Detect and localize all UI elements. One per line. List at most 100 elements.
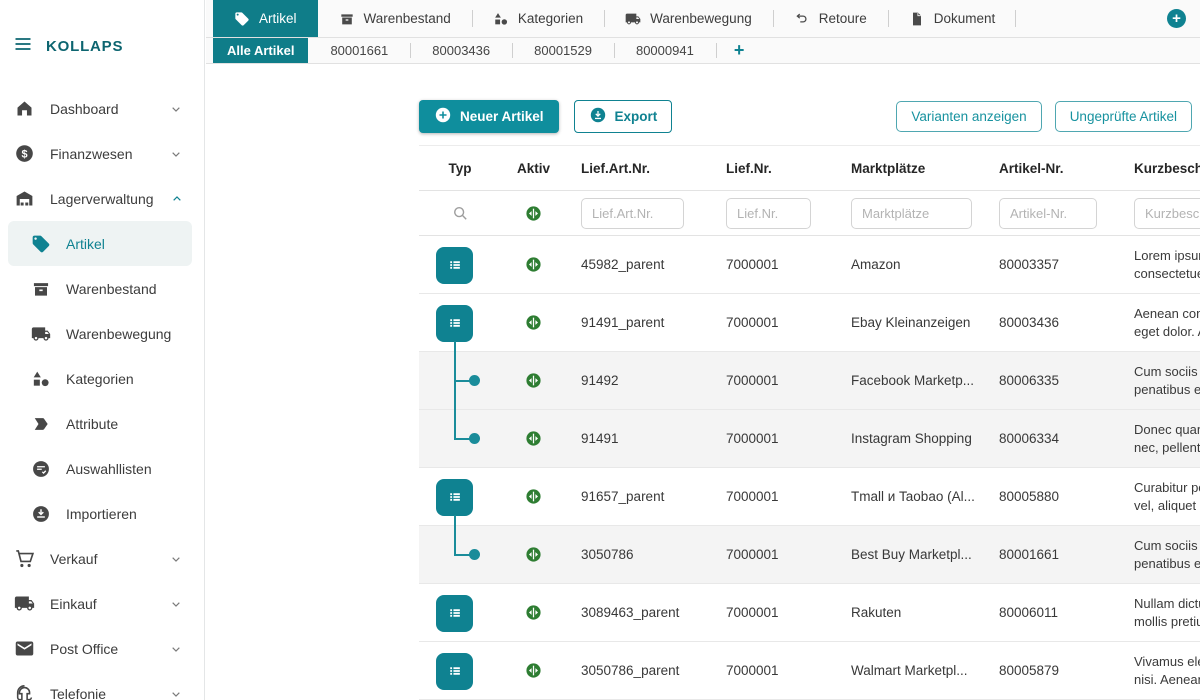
- lief-art-nr-cell: 91657_parent: [566, 489, 711, 504]
- variant-list-button[interactable]: [436, 653, 473, 690]
- filter-input-artikel-nr[interactable]: [999, 198, 1097, 229]
- artikel-nr-cell: 80003357: [984, 257, 1119, 272]
- flip-icon: [525, 372, 542, 389]
- list-icon: [444, 486, 466, 508]
- tab-retoure[interactable]: Retoure: [773, 0, 888, 37]
- chevron-down-icon: [168, 551, 184, 567]
- filter-aktiv-toggle[interactable]: [501, 205, 566, 222]
- kurzbeschreibung-cell: Cum sociis natoque penatibus et magnis d…: [1134, 363, 1200, 398]
- filter-input-kurzbeschreibung[interactable]: [1134, 198, 1200, 229]
- subtab-80001529[interactable]: 80001529: [512, 38, 614, 63]
- subtab-80001661[interactable]: 80001661: [308, 38, 410, 63]
- chevron-up-icon: [169, 191, 185, 207]
- aktiv-status-icon[interactable]: [501, 372, 566, 389]
- aktiv-status-icon[interactable]: [501, 314, 566, 331]
- sidebar: KOLLAPS Dashboard$FinanzwesenLagerverwal…: [0, 0, 205, 700]
- subtab-alle-artikel[interactable]: Alle Artikel: [213, 38, 308, 63]
- column-header-lief-art-nr[interactable]: Lief.Art.Nr.: [566, 161, 711, 176]
- box-icon: [31, 279, 51, 299]
- filter-input-lief-nr[interactable]: [726, 198, 811, 229]
- show-variants-button[interactable]: Varianten anzeigen: [896, 101, 1041, 132]
- column-header-kurzbeschreibung[interactable]: Kurzbeschreibung: [1119, 161, 1200, 176]
- sidebar-item-verkauf[interactable]: Verkauf: [8, 536, 192, 581]
- tab-warenbewegung[interactable]: Warenbewegung: [604, 0, 773, 37]
- lief-nr-cell: 7000001: [711, 431, 836, 446]
- table-row: 45982_parent7000001Amazon80003357Lorem i…: [419, 236, 1200, 294]
- flip-icon: [525, 546, 542, 563]
- column-header-typ[interactable]: Typ: [419, 161, 501, 176]
- sidebar-item-kategorien[interactable]: Kategorien: [8, 356, 192, 401]
- aktiv-status-icon[interactable]: [501, 604, 566, 621]
- variant-list-button[interactable]: [436, 595, 473, 632]
- table-filter-row: [419, 191, 1200, 236]
- list-icon: [444, 312, 466, 334]
- sidebar-item-auswahllisten[interactable]: Auswahllisten: [8, 446, 192, 491]
- sidebar-item-label: Post Office: [50, 641, 118, 657]
- toolbar-right: Varianten anzeigen Ungeprüfte Artikel: [896, 101, 1192, 132]
- variant-list-button[interactable]: [436, 247, 473, 284]
- chevron-down-icon: [168, 596, 184, 612]
- shapes-icon: [493, 11, 509, 27]
- tab-label: Warenbewegung: [650, 11, 752, 26]
- marktplaetze-cell: Amazon: [836, 257, 984, 272]
- add-subtab-button[interactable]: +: [716, 38, 763, 63]
- sidebar-item-finanzwesen[interactable]: $Finanzwesen: [8, 131, 192, 176]
- tree-connector: [454, 526, 456, 555]
- column-header-marktpl-tze[interactable]: Marktplätze: [836, 161, 984, 176]
- menu-icon[interactable]: [13, 34, 33, 58]
- sidebar-item-einkauf[interactable]: Einkauf: [8, 581, 192, 626]
- aktiv-status-icon[interactable]: [501, 256, 566, 273]
- unchecked-articles-button[interactable]: Ungeprüfte Artikel: [1055, 101, 1192, 132]
- column-header-artikel-nr[interactable]: Artikel-Nr.: [984, 161, 1119, 176]
- sub-tabs: Alle Artikel8000166180003436800015298000…: [213, 38, 716, 63]
- filter-typ[interactable]: [419, 204, 501, 223]
- sidebar-item-importieren[interactable]: Importieren: [8, 491, 192, 536]
- brand: KOLLAPS: [0, 0, 204, 58]
- marktplaetze-cell: Rakuten: [836, 605, 984, 620]
- aktiv-status-icon[interactable]: [501, 546, 566, 563]
- sub-tabbar: Alle Artikel8000166180003436800015298000…: [206, 38, 1200, 64]
- sidebar-item-attribute[interactable]: Attribute: [8, 401, 192, 446]
- marktplaetze-cell: Best Buy Marketpl...: [836, 547, 984, 562]
- add-tab-button[interactable]: +: [1167, 9, 1186, 28]
- filter-input-lief-art-nr[interactable]: [581, 198, 684, 229]
- main-area: ArtikelWarenbestandKategorien Warenbewegu…: [206, 0, 1200, 700]
- sidebar-item-telefonie[interactable]: Telefonie: [8, 671, 192, 700]
- chevron-down-icon: [168, 641, 184, 657]
- lief-art-nr-cell: 45982_parent: [566, 257, 711, 272]
- subtab-80000941[interactable]: 80000941: [614, 38, 716, 63]
- tab-dokument[interactable]: Dokument: [888, 0, 1017, 37]
- lief-nr-cell: 7000001: [711, 605, 836, 620]
- variant-list-button[interactable]: [436, 479, 473, 516]
- dollar-icon: $: [14, 143, 35, 164]
- aktiv-status-icon[interactable]: [501, 488, 566, 505]
- variant-list-button[interactable]: [436, 305, 473, 342]
- table-header-row: TypAktivLief.Art.Nr.Lief.Nr.MarktplätzeA…: [419, 145, 1200, 191]
- tab-artikel[interactable]: Artikel: [213, 0, 318, 37]
- tab-warenbestand[interactable]: Warenbestand: [318, 0, 472, 37]
- tab-kategorien[interactable]: Kategorien: [472, 0, 604, 37]
- aktiv-status-icon[interactable]: [501, 430, 566, 447]
- subtab-80003436[interactable]: 80003436: [410, 38, 512, 63]
- sidebar-item-warenbewegung[interactable]: Warenbewegung: [8, 311, 192, 356]
- column-header-aktiv[interactable]: Aktiv: [501, 161, 566, 176]
- sidebar-item-label: Warenbewegung: [66, 326, 171, 342]
- sidebar-item-artikel[interactable]: Artikel: [8, 221, 192, 266]
- tree-node-dot: [469, 375, 480, 386]
- column-header-lief-nr[interactable]: Lief.Nr.: [711, 161, 836, 176]
- new-article-button[interactable]: Neuer Artikel: [419, 100, 559, 133]
- marktplaetze-cell: Instagram Shopping: [836, 431, 984, 446]
- sidebar-item-lagerverwaltung[interactable]: Lagerverwaltung: [8, 176, 192, 221]
- sidebar-item-warenbestand[interactable]: Warenbestand: [8, 266, 192, 311]
- table-row: 3050786_parent7000001Walmart Marketpl...…: [419, 642, 1200, 700]
- export-button[interactable]: Export: [574, 100, 673, 133]
- sidebar-item-post-office[interactable]: Post Office: [8, 626, 192, 671]
- sidebar-item-label: Verkauf: [50, 551, 97, 567]
- marktplaetze-cell: Walmart Marketpl...: [836, 663, 984, 678]
- sidebar-item-dashboard[interactable]: Dashboard: [8, 86, 192, 131]
- aktiv-status-icon[interactable]: [501, 662, 566, 679]
- artikel-nr-cell: 80005880: [984, 489, 1119, 504]
- filter-input-marktplaetze[interactable]: [851, 198, 972, 229]
- sidebar-item-label: Importieren: [66, 506, 137, 522]
- chevron-down-icon: [168, 101, 184, 117]
